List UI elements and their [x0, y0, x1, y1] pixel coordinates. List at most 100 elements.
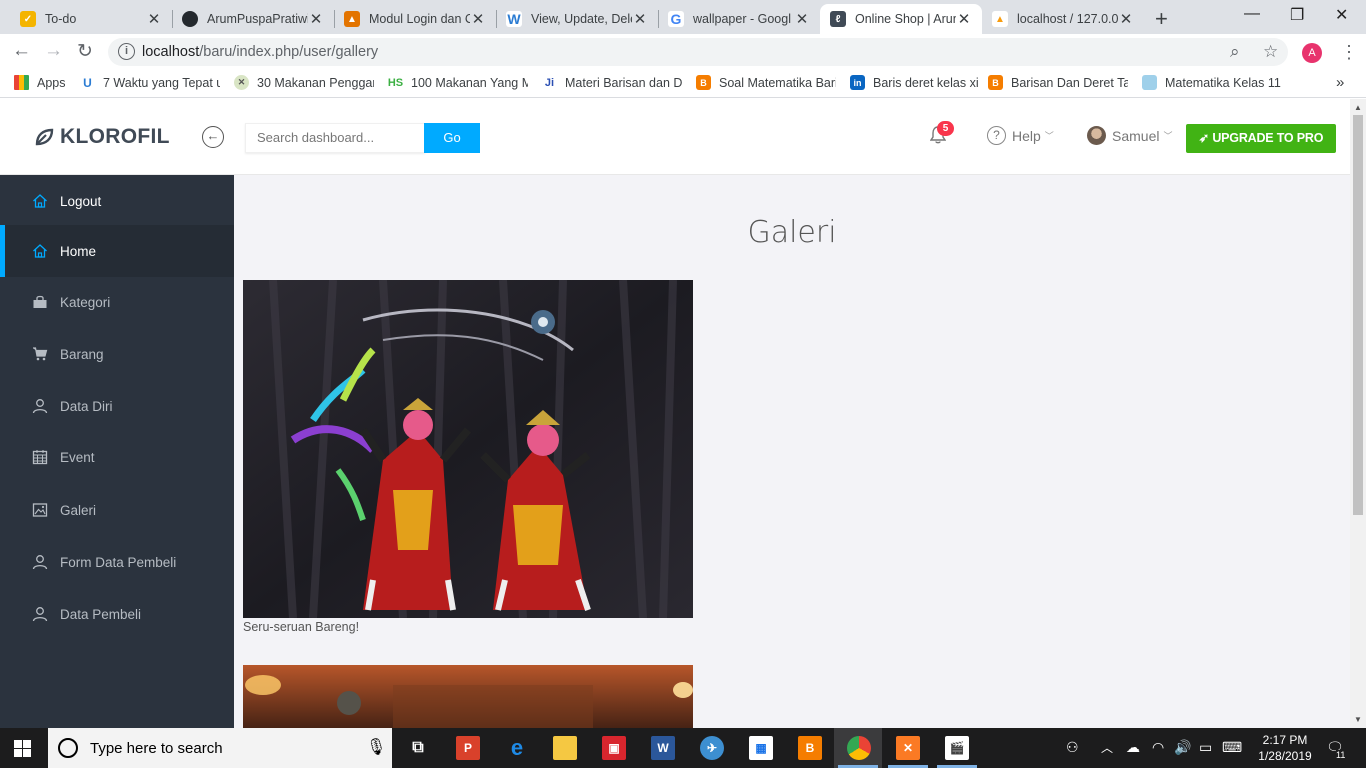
back-icon[interactable]: ← — [12, 40, 31, 62]
close-icon[interactable]: ✕ — [632, 10, 648, 28]
avatar — [1087, 126, 1106, 145]
close-icon[interactable]: ✕ — [1118, 10, 1134, 28]
microphone-icon[interactable]: 🎙 — [366, 737, 386, 757]
phpmyadmin-icon: ▲ — [992, 11, 1008, 27]
rocket-icon: ➶ — [1198, 131, 1210, 145]
brand-logo[interactable]: KLOROFIL — [34, 125, 170, 149]
sidebar-item-kategori[interactable]: Kategori — [0, 276, 234, 328]
sidebar-item-data-diri[interactable]: Data Diri — [0, 380, 234, 432]
close-icon[interactable]: ✕ — [956, 10, 972, 28]
sidebar-item-form-data-pembeli[interactable]: Form Data Pembeli — [0, 536, 234, 588]
taskbar-search-input[interactable]: Type here to search 🎙 — [48, 728, 392, 768]
browser-tab-strip: ✓ To-do ✕ ArumPuspaPratiwi ✕ ▲ Modul Log… — [0, 0, 1366, 34]
tab-title: Modul Login dan C — [369, 12, 470, 26]
tab-title: To-do — [45, 12, 77, 26]
upgrade-button[interactable]: ➶ UPGRADE TO PRO — [1186, 124, 1336, 153]
browser-toolbar: ← → ↻ i localhost/baru/index.php/user/ga… — [0, 34, 1366, 70]
site-icon — [1142, 75, 1157, 90]
browser-tab[interactable]: ✓ To-do ✕ — [10, 4, 172, 34]
more-bookmarks-icon[interactable]: » — [1336, 74, 1344, 91]
sidebar-item-logout[interactable]: Logout — [0, 175, 234, 227]
sidebar-item-home[interactable]: Home — [0, 225, 234, 277]
volume-icon[interactable]: 🔊 — [1174, 739, 1191, 756]
bookmark-item[interactable]: U 7 Waktu yang Tepat u — [80, 75, 220, 90]
bookmark-item[interactable]: B Barisan Dan Deret Tal — [988, 75, 1128, 90]
search-input[interactable]: Search dashboard... — [245, 123, 425, 153]
close-icon[interactable]: ✕ — [470, 10, 486, 28]
bookmark-item[interactable]: HS 100 Makanan Yang M — [388, 75, 528, 90]
browser-tab-active[interactable]: ℓ Online Shop | Arun ✕ — [820, 4, 982, 34]
word-icon[interactable]: W — [651, 736, 675, 760]
window-close-icon[interactable]: ✕ — [1335, 5, 1348, 25]
app-icon[interactable]: ▣ — [602, 736, 626, 760]
profile-avatar[interactable]: A — [1302, 43, 1322, 63]
store-icon[interactable]: ▦ — [749, 736, 773, 760]
wifi-icon[interactable]: ◠ — [1152, 739, 1164, 756]
home-icon — [31, 243, 49, 259]
browser-tab[interactable]: G wallpaper - Googl ✕ — [658, 4, 820, 34]
url-text[interactable]: localhost/baru/index.php/user/gallery — [142, 44, 378, 60]
blogger-icon: B — [988, 75, 1003, 90]
page-title: Galeri — [747, 215, 837, 250]
new-tab-icon[interactable]: + — [1155, 6, 1168, 32]
bookmark-item[interactable]: Ji Materi Barisan dan D — [542, 75, 682, 90]
gallery-photo[interactable] — [243, 665, 693, 728]
page-scrollbar[interactable]: ▲ ▼ — [1350, 99, 1366, 728]
keyboard-icon[interactable]: ⌨ — [1222, 739, 1242, 756]
blogger-icon[interactable]: B — [798, 736, 822, 760]
browser-tab[interactable]: ▲ Modul Login dan C ✕ — [334, 4, 496, 34]
restaurant-image — [243, 665, 693, 728]
sidebar-item-barang[interactable]: Barang — [0, 328, 234, 380]
minimize-icon[interactable]: — — [1244, 5, 1260, 23]
bookmark-star-icon[interactable]: ☆ — [1263, 42, 1278, 62]
bookmark-apps[interactable]: Apps — [14, 75, 66, 90]
zoom-icon[interactable]: ⌕ — [1230, 42, 1240, 62]
sidebar-item-data-pembeli[interactable]: Data Pembeli — [0, 588, 234, 640]
forward-icon[interactable]: → — [44, 40, 63, 62]
close-icon[interactable]: ✕ — [794, 10, 810, 28]
people-icon[interactable]: ⚇ — [1066, 739, 1079, 756]
user-menu[interactable]: Samuel ﹀ — [1087, 126, 1172, 145]
help-menu[interactable]: ? Help ﹀ — [987, 126, 1054, 145]
linkedin-icon: in — [850, 75, 865, 90]
task-view-icon[interactable]: ⧉ — [406, 736, 430, 760]
sidebar-item-event[interactable]: Event — [0, 431, 234, 483]
toggle-sidebar-icon[interactable]: ← — [202, 126, 224, 148]
gallery-photo[interactable] — [243, 280, 693, 618]
sidebar-item-label: Home — [60, 243, 97, 259]
menu-icon[interactable]: ⋮ — [1340, 42, 1358, 63]
app-icon[interactable]: ✈ — [700, 736, 724, 760]
cloud-icon[interactable]: ☁ — [1126, 739, 1140, 756]
bag-icon — [31, 294, 49, 310]
taskbar-clock[interactable]: 2:17 PM 1/28/2019 — [1256, 732, 1314, 764]
browser-tab[interactable]: ▲ localhost / 127.0.0 ✕ — [982, 4, 1144, 34]
bookmark-item[interactable]: in Baris deret kelas xi — [850, 75, 980, 90]
sidebar-item-galeri[interactable]: Galeri — [0, 484, 234, 536]
chevron-up-icon[interactable]: ︿ — [1101, 739, 1113, 756]
bookmark-item[interactable]: Matematika Kelas 11 — [1142, 75, 1282, 90]
scroll-up-icon[interactable]: ▲ — [1354, 103, 1362, 112]
site-icon: Ji — [542, 75, 557, 90]
windows-start-icon[interactable] — [14, 740, 31, 760]
edge-icon[interactable]: e — [505, 735, 529, 760]
brand-name: KLOROFIL — [60, 125, 170, 148]
close-icon[interactable]: ✕ — [308, 10, 324, 28]
bookmark-item[interactable]: ✕ 30 Makanan Penggar — [234, 75, 374, 90]
file-explorer-icon[interactable] — [553, 736, 577, 760]
scrollbar-thumb[interactable] — [1353, 115, 1363, 515]
browser-tab[interactable]: W View, Update, Dele ✕ — [496, 4, 658, 34]
battery-icon[interactable]: ▭ — [1199, 739, 1212, 756]
go-button[interactable]: Go — [424, 123, 480, 153]
reload-icon[interactable]: ↻ — [77, 40, 93, 63]
browser-tab[interactable]: ArumPuspaPratiwi ✕ — [172, 4, 334, 34]
restore-icon[interactable]: ❐ — [1290, 5, 1304, 25]
close-icon[interactable]: ✕ — [146, 10, 162, 28]
xampp-icon[interactable]: ✕ — [896, 736, 920, 760]
bookmark-item[interactable]: B Soal Matematika Bari — [696, 75, 836, 90]
chrome-icon[interactable] — [847, 736, 871, 760]
info-icon[interactable]: i — [118, 43, 135, 60]
app-icon[interactable]: P — [456, 736, 480, 760]
video-editor-icon[interactable]: 🎬 — [945, 736, 969, 760]
address-bar[interactable]: i localhost/baru/index.php/user/gallery … — [108, 38, 1288, 66]
scroll-down-icon[interactable]: ▼ — [1354, 715, 1362, 724]
